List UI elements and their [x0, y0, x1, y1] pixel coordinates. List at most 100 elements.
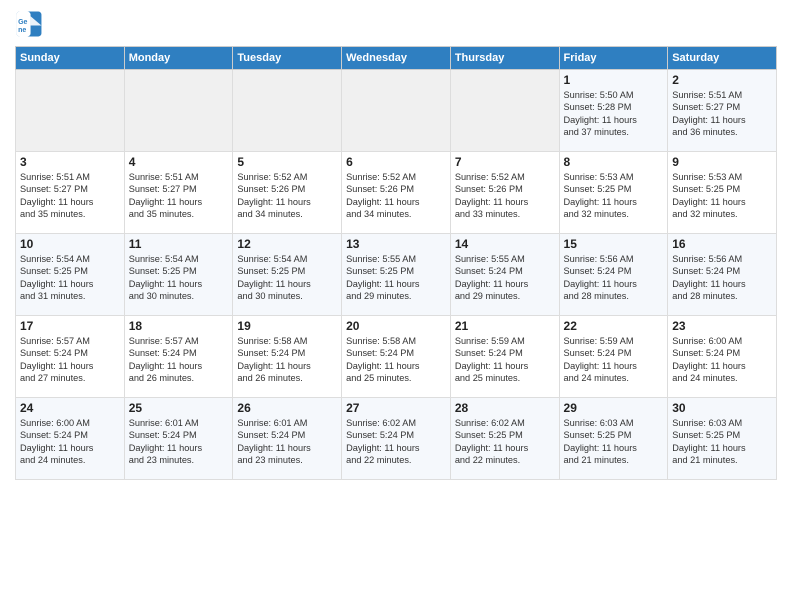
day-info: Sunrise: 5:51 AMSunset: 5:27 PMDaylight:…	[672, 89, 772, 139]
day-info: Sunrise: 6:02 AMSunset: 5:25 PMDaylight:…	[455, 417, 555, 467]
weekday-header-thursday: Thursday	[450, 47, 559, 70]
day-info: Sunrise: 5:52 AMSunset: 5:26 PMDaylight:…	[455, 171, 555, 221]
calendar-cell: 26 Sunrise: 6:01 AMSunset: 5:24 PMDayligh…	[233, 398, 342, 480]
calendar-cell: 21 Sunrise: 5:59 AMSunset: 5:24 PMDayligh…	[450, 316, 559, 398]
week-row-3: 10Sunrise: 5:54 AMSunset: 5:25 PMDayligh…	[16, 234, 777, 316]
svg-text:ne: ne	[18, 27, 26, 34]
day-info: Sunrise: 6:02 AMSunset: 5:24 PMDaylight:…	[346, 417, 446, 467]
day-info: Sunrise: 5:53 AMSunset: 5:25 PMDaylight:…	[564, 171, 664, 221]
day-info: Sunrise: 5:58 AMSunset: 5:24 PMDaylight:…	[237, 335, 337, 385]
calendar-cell: 9 Sunrise: 5:53 AMSunset: 5:25 PMDaylight…	[668, 152, 777, 234]
weekday-header-wednesday: Wednesday	[342, 47, 451, 70]
day-number: 28	[455, 401, 555, 415]
day-number: 4	[129, 155, 229, 169]
day-number: 29	[564, 401, 664, 415]
calendar-cell: 1 Sunrise: 5:50 AMSunset: 5:28 PMDaylight…	[559, 70, 668, 152]
day-info: Sunrise: 6:03 AMSunset: 5:25 PMDaylight:…	[564, 417, 664, 467]
day-number: 19	[237, 319, 337, 333]
day-number: 25	[129, 401, 229, 415]
day-info: Sunrise: 5:56 AMSunset: 5:24 PMDaylight:…	[672, 253, 772, 303]
calendar-cell: 5 Sunrise: 5:52 AMSunset: 5:26 PMDaylight…	[233, 152, 342, 234]
day-number: 13	[346, 237, 446, 251]
calendar-cell: 14 Sunrise: 5:55 AMSunset: 5:24 PMDayligh…	[450, 234, 559, 316]
calendar-cell: 22 Sunrise: 5:59 AMSunset: 5:24 PMDayligh…	[559, 316, 668, 398]
header: Ge ne	[15, 10, 777, 38]
logo: Ge ne	[15, 10, 47, 38]
day-info: Sunrise: 6:00 AMSunset: 5:24 PMDaylight:…	[20, 417, 120, 467]
day-info: Sunrise: 6:00 AMSunset: 5:24 PMDaylight:…	[672, 335, 772, 385]
day-number: 20	[346, 319, 446, 333]
day-info: Sunrise: 5:53 AMSunset: 5:25 PMDaylight:…	[672, 171, 772, 221]
calendar-table: SundayMondayTuesdayWednesdayThursdayFrid…	[15, 46, 777, 480]
day-info: Sunrise: 5:56 AMSunset: 5:24 PMDaylight:…	[564, 253, 664, 303]
day-number: 26	[237, 401, 337, 415]
weekday-header-sunday: Sunday	[16, 47, 125, 70]
day-number: 22	[564, 319, 664, 333]
calendar-cell: 13 Sunrise: 5:55 AMSunset: 5:25 PMDayligh…	[342, 234, 451, 316]
day-number: 7	[455, 155, 555, 169]
calendar-cell: 8Sunrise: 5:53 AMSunset: 5:25 PMDaylight…	[559, 152, 668, 234]
day-number: 2	[672, 73, 772, 87]
calendar-cell: 12 Sunrise: 5:54 AMSunset: 5:25 PMDayligh…	[233, 234, 342, 316]
day-number: 27	[346, 401, 446, 415]
day-number: 5	[237, 155, 337, 169]
day-info: Sunrise: 5:57 AMSunset: 5:24 PMDaylight:…	[129, 335, 229, 385]
week-row-5: 24Sunrise: 6:00 AMSunset: 5:24 PMDayligh…	[16, 398, 777, 480]
calendar-cell	[16, 70, 125, 152]
day-info: Sunrise: 5:55 AMSunset: 5:24 PMDaylight:…	[455, 253, 555, 303]
day-info: Sunrise: 5:59 AMSunset: 5:24 PMDaylight:…	[455, 335, 555, 385]
calendar-cell: 19 Sunrise: 5:58 AMSunset: 5:24 PMDayligh…	[233, 316, 342, 398]
day-info: Sunrise: 5:54 AMSunset: 5:25 PMDaylight:…	[237, 253, 337, 303]
day-number: 15	[564, 237, 664, 251]
calendar-cell: 10Sunrise: 5:54 AMSunset: 5:25 PMDayligh…	[16, 234, 125, 316]
calendar-cell: 7 Sunrise: 5:52 AMSunset: 5:26 PMDaylight…	[450, 152, 559, 234]
calendar-cell	[342, 70, 451, 152]
calendar-cell: 4 Sunrise: 5:51 AMSunset: 5:27 PMDaylight…	[124, 152, 233, 234]
logo-icon: Ge ne	[15, 10, 43, 38]
day-number: 3	[20, 155, 120, 169]
weekday-header-tuesday: Tuesday	[233, 47, 342, 70]
day-number: 21	[455, 319, 555, 333]
calendar-cell: 28 Sunrise: 6:02 AMSunset: 5:25 PMDayligh…	[450, 398, 559, 480]
day-number: 1	[564, 73, 664, 87]
calendar-cell: 30Sunrise: 6:03 AMSunset: 5:25 PMDayligh…	[668, 398, 777, 480]
day-number: 23	[672, 319, 772, 333]
week-row-4: 17 Sunrise: 5:57 AMSunset: 5:24 PMDayligh…	[16, 316, 777, 398]
svg-text:Ge: Ge	[18, 19, 27, 26]
day-info: Sunrise: 5:55 AMSunset: 5:25 PMDaylight:…	[346, 253, 446, 303]
day-number: 9	[672, 155, 772, 169]
calendar-cell: 25 Sunrise: 6:01 AMSunset: 5:24 PMDayligh…	[124, 398, 233, 480]
day-number: 12	[237, 237, 337, 251]
day-number: 16	[672, 237, 772, 251]
calendar-cell: 27 Sunrise: 6:02 AMSunset: 5:24 PMDayligh…	[342, 398, 451, 480]
page-container: Ge ne SundayMondayTuesdayWednesdayThursd…	[0, 0, 792, 490]
week-row-1: 1 Sunrise: 5:50 AMSunset: 5:28 PMDaylight…	[16, 70, 777, 152]
weekday-header-monday: Monday	[124, 47, 233, 70]
calendar-cell: 16 Sunrise: 5:56 AMSunset: 5:24 PMDayligh…	[668, 234, 777, 316]
weekday-header-friday: Friday	[559, 47, 668, 70]
day-info: Sunrise: 5:51 AMSunset: 5:27 PMDaylight:…	[129, 171, 229, 221]
calendar-cell: 18Sunrise: 5:57 AMSunset: 5:24 PMDayligh…	[124, 316, 233, 398]
day-info: Sunrise: 5:51 AMSunset: 5:27 PMDaylight:…	[20, 171, 120, 221]
day-info: Sunrise: 5:54 AMSunset: 5:25 PMDaylight:…	[20, 253, 120, 303]
calendar-cell: 2 Sunrise: 5:51 AMSunset: 5:27 PMDaylight…	[668, 70, 777, 152]
day-info: Sunrise: 5:57 AMSunset: 5:24 PMDaylight:…	[20, 335, 120, 385]
day-info: Sunrise: 6:01 AMSunset: 5:24 PMDaylight:…	[237, 417, 337, 467]
calendar-cell: 3 Sunrise: 5:51 AMSunset: 5:27 PMDaylight…	[16, 152, 125, 234]
day-info: Sunrise: 5:52 AMSunset: 5:26 PMDaylight:…	[237, 171, 337, 221]
day-info: Sunrise: 5:50 AMSunset: 5:28 PMDaylight:…	[564, 89, 664, 139]
calendar-cell: 17 Sunrise: 5:57 AMSunset: 5:24 PMDayligh…	[16, 316, 125, 398]
calendar-cell: 24Sunrise: 6:00 AMSunset: 5:24 PMDayligh…	[16, 398, 125, 480]
day-number: 14	[455, 237, 555, 251]
calendar-cell	[450, 70, 559, 152]
day-info: Sunrise: 5:52 AMSunset: 5:26 PMDaylight:…	[346, 171, 446, 221]
calendar-cell: 23 Sunrise: 6:00 AMSunset: 5:24 PMDayligh…	[668, 316, 777, 398]
day-info: Sunrise: 5:59 AMSunset: 5:24 PMDaylight:…	[564, 335, 664, 385]
calendar-cell	[124, 70, 233, 152]
day-number: 6	[346, 155, 446, 169]
day-number: 17	[20, 319, 120, 333]
day-info: Sunrise: 6:03 AMSunset: 5:25 PMDaylight:…	[672, 417, 772, 467]
calendar-cell	[233, 70, 342, 152]
calendar-cell: 11Sunrise: 5:54 AMSunset: 5:25 PMDayligh…	[124, 234, 233, 316]
day-info: Sunrise: 6:01 AMSunset: 5:24 PMDaylight:…	[129, 417, 229, 467]
